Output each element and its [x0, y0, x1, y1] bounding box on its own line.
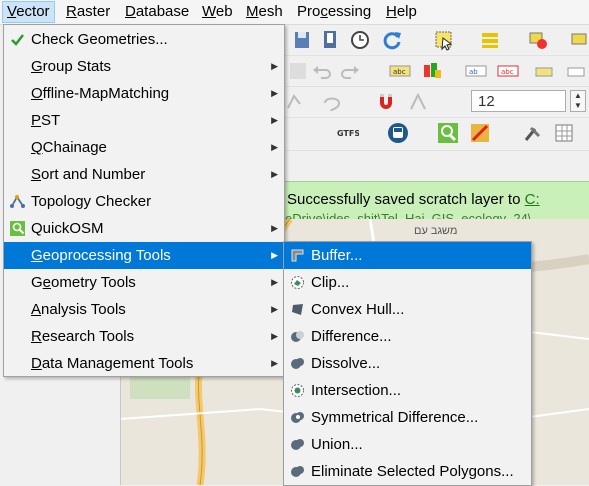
menu-item-qchainage[interactable]: QChainage ▶ — [4, 134, 284, 161]
grid-icon[interactable] — [553, 122, 575, 144]
submenu-arrow-icon: ▶ — [271, 277, 278, 287]
submenu-arrow-icon: ▶ — [271, 304, 278, 314]
menu-item-intersection[interactable]: Intersection... — [284, 377, 531, 404]
menu-item-dissolve[interactable]: Dissolve... — [284, 350, 531, 377]
menu-item-check-geometries[interactable]: Check Geometries... — [4, 26, 284, 53]
quickosm-toolbar-icon[interactable] — [437, 122, 459, 144]
difference-icon — [291, 331, 304, 342]
gtfs-icon-label: GTFS — [337, 129, 359, 138]
menu-item-clip[interactable]: Clip... — [284, 269, 531, 296]
menu-database[interactable]: Database — [121, 2, 193, 22]
dissolve-icon — [291, 358, 304, 369]
menu-item-data-management-tools[interactable]: Data Management Tools ▶ — [4, 350, 284, 377]
filter-icon[interactable] — [569, 29, 589, 51]
menu-item-offline-mapmatching[interactable]: Offline-MapMatching ▶ — [4, 80, 284, 107]
toolbar-row-4: GTFS — [283, 118, 589, 151]
menu-raster[interactable]: Raster — [62, 2, 114, 22]
font-size-input[interactable]: 12 — [471, 90, 566, 112]
map-tool-icon[interactable] — [469, 122, 491, 144]
menu-item-quickosm[interactable]: QuickOSM ▶ — [4, 215, 284, 242]
submenu-arrow-icon: ▶ — [271, 223, 278, 233]
menu-item-analysis-tools[interactable]: Analysis Tools ▶ — [4, 296, 284, 323]
toolbar-row-2: abc ab abc — [283, 56, 589, 87]
deselect-icon[interactable] — [527, 29, 549, 51]
menu-web[interactable]: Web — [198, 2, 237, 22]
quickosm-icon — [10, 221, 25, 236]
menu-processing[interactable]: Processing — [293, 2, 375, 22]
pin-label-icon[interactable]: ab — [465, 60, 487, 82]
select-features-icon[interactable] — [433, 29, 455, 51]
svg-text:abc: abc — [501, 68, 514, 76]
menu-item-eliminate-selected-polygons[interactable]: Eliminate Selected Polygons... — [284, 458, 531, 485]
menu-item-topology-checker[interactable]: Topology Checker — [4, 188, 284, 215]
snapping-magnet-icon[interactable] — [375, 91, 397, 113]
bus-icon[interactable] — [387, 122, 409, 144]
label-icon[interactable]: abc — [389, 60, 411, 82]
menu-item-group-stats[interactable]: Group Stats ▶ — [4, 53, 284, 80]
symmetrical-difference-icon — [291, 412, 304, 423]
submenu-arrow-icon: ▶ — [271, 61, 278, 71]
submenu-arrow-icon: ▶ — [271, 331, 278, 341]
attribute-table-icon[interactable] — [479, 29, 501, 51]
intersection-icon — [291, 384, 304, 397]
menu-item-union[interactable]: Union... — [284, 431, 531, 458]
toolbar-row-1 — [283, 25, 589, 56]
submenu-arrow-icon: ▶ — [271, 115, 278, 125]
rotate-label-icon[interactable] — [533, 60, 555, 82]
clip-icon — [291, 276, 304, 289]
menu-help[interactable]: Help — [382, 2, 421, 22]
submenu-arrow-icon: ▶ — [271, 88, 278, 98]
buffer-icon — [291, 249, 304, 262]
tracing-icon[interactable] — [407, 91, 429, 113]
tools-icon[interactable] — [521, 122, 543, 144]
label-red-icon[interactable]: abc — [497, 60, 519, 82]
menu-item-sort-and-number[interactable]: Sort and Number ▶ — [4, 161, 284, 188]
topology-icon — [10, 195, 25, 208]
reshape-icon[interactable] — [321, 91, 343, 113]
convex-hull-icon — [292, 304, 303, 315]
message-bar: Successfully saved scratch layer to C: e… — [283, 181, 589, 220]
svg-text:abc: abc — [393, 68, 406, 76]
geoprocessing-submenu: Buffer... Clip... Convex Hull... Differe… — [283, 241, 532, 486]
change-label-icon[interactable] — [565, 60, 587, 82]
toolbar-row-3: 12 ▲ ▼ — [283, 87, 589, 118]
save-edits-icon[interactable] — [291, 29, 313, 51]
check-icon — [11, 34, 24, 46]
vertex-icon[interactable] — [285, 91, 307, 113]
menu-item-buffer[interactable]: Buffer... — [284, 242, 531, 269]
redo-icon[interactable] — [339, 60, 361, 82]
union-icon — [291, 439, 304, 450]
toolbar-area: abc ab abc 12 ▲ ▼ GTFS — [283, 25, 589, 180]
submenu-arrow-icon: ▶ — [271, 169, 278, 179]
diagram-icon[interactable] — [421, 60, 443, 82]
vector-menu: Check Geometries... Group Stats ▶ Offlin… — [3, 24, 285, 377]
refresh-icon[interactable] — [381, 29, 403, 51]
map-place-label: משגב עם — [414, 225, 458, 237]
bookmark-icon[interactable] — [319, 29, 341, 51]
menu-item-symmetrical-difference[interactable]: Symmetrical Difference... — [284, 404, 531, 431]
undo-icon[interactable] — [311, 60, 333, 82]
left-panel — [0, 376, 121, 485]
menu-item-pst[interactable]: PST ▶ — [4, 107, 284, 134]
menubar: Vector Raster Database Web Mesh Processi… — [0, 0, 589, 25]
message-link[interactable]: C: — [525, 191, 540, 208]
menu-item-geoprocessing-tools[interactable]: Geoprocessing Tools ▶ — [4, 242, 284, 269]
gtfs-icon[interactable]: GTFS — [337, 122, 359, 144]
submenu-arrow-icon: ▶ — [271, 250, 278, 260]
submenu-arrow-icon: ▶ — [271, 142, 278, 152]
menu-item-research-tools[interactable]: Research Tools ▶ — [4, 323, 284, 350]
message-text: Successfully saved scratch layer to C: — [287, 191, 540, 208]
node-tool-icon[interactable] — [287, 60, 309, 82]
font-size-stepper[interactable]: ▲ ▼ — [570, 90, 586, 112]
menu-mesh[interactable]: Mesh — [242, 2, 287, 22]
svg-text:ab: ab — [469, 68, 478, 76]
menu-item-difference[interactable]: Difference... — [284, 323, 531, 350]
eliminate-polygons-icon — [291, 466, 304, 477]
menu-item-geometry-tools[interactable]: Geometry Tools ▶ — [4, 269, 284, 296]
menu-vector[interactable]: Vector — [2, 1, 55, 23]
menu-item-convex-hull[interactable]: Convex Hull... — [284, 296, 531, 323]
submenu-arrow-icon: ▶ — [271, 358, 278, 368]
clock-icon[interactable] — [349, 29, 371, 51]
